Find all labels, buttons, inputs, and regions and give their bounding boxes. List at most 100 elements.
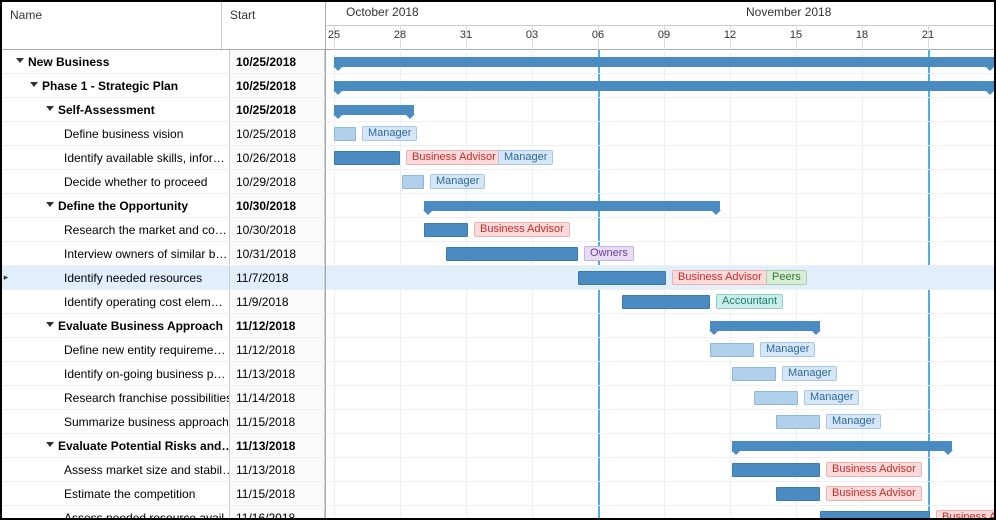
task-start-cell[interactable]: 10/25/2018 [230,50,325,73]
task-start-cell[interactable]: 11/13/2018 [230,362,325,385]
gantt-row[interactable]: Business AdvisorManager [326,146,994,170]
task-name-cell[interactable]: Summarize business approach [10,410,230,433]
gantt-row[interactable] [326,50,994,74]
gantt-row[interactable]: Business AdvisorPeers [326,266,994,290]
table-row[interactable]: Summarize business approach11/15/2018 [2,410,325,434]
summary-bar[interactable] [334,57,994,67]
task-start-cell[interactable]: 11/12/2018 [230,338,325,361]
task-name-cell[interactable]: Estimate the competition [10,482,230,505]
table-row[interactable]: Research the market and co…10/30/2018 [2,218,325,242]
task-name-cell[interactable]: Self-Assessment [10,98,230,121]
summary-bar[interactable] [334,105,414,115]
gantt-row[interactable]: Manager [326,338,994,362]
gantt-row[interactable]: Business Advisor [326,218,994,242]
expand-icon[interactable] [46,106,54,111]
task-name-cell[interactable]: Identify operating cost elem… [10,290,230,313]
table-row[interactable]: Evaluate Potential Risks and…11/13/2018 [2,434,325,458]
gantt-row[interactable] [326,194,994,218]
task-name-cell[interactable]: Assess needed resource avail… [10,506,230,518]
gantt-row[interactable] [326,434,994,458]
task-name-cell[interactable]: New Business [10,50,230,73]
task-start-cell[interactable]: 11/15/2018 [230,482,325,505]
table-row[interactable]: Define the Opportunity10/30/2018 [2,194,325,218]
task-start-cell[interactable]: 10/29/2018 [230,170,325,193]
table-row[interactable]: Identify available skills, infor…10/26/2… [2,146,325,170]
table-row[interactable]: Identify operating cost elem…11/9/2018 [2,290,325,314]
column-header-name[interactable]: Name [2,2,222,49]
summary-bar[interactable] [710,321,820,331]
table-row[interactable]: Self-Assessment10/25/2018 [2,98,325,122]
table-row[interactable]: ▸Identify needed resources11/7/2018 [2,266,325,290]
task-bar[interactable] [424,223,468,237]
task-name-cell[interactable]: Phase 1 - Strategic Plan [10,74,230,97]
task-bar[interactable] [776,415,820,429]
task-bar[interactable] [732,463,820,477]
task-start-cell[interactable]: 10/25/2018 [230,98,325,121]
task-start-cell[interactable]: 11/12/2018 [230,314,325,337]
task-name-cell[interactable]: Define the Opportunity [10,194,230,217]
summary-bar[interactable] [424,201,720,211]
table-row[interactable]: New Business10/25/2018 [2,50,325,74]
task-start-cell[interactable]: 11/14/2018 [230,386,325,409]
gantt-row[interactable] [326,314,994,338]
expand-icon[interactable] [46,202,54,207]
task-bar[interactable] [402,175,424,189]
task-bar[interactable] [710,343,754,357]
task-name-cell[interactable]: Interview owners of similar b… [10,242,230,265]
task-name-cell[interactable]: Identify needed resources [10,266,230,289]
table-row[interactable]: Identify on-going business p…11/13/2018 [2,362,325,386]
table-row[interactable]: Estimate the competition11/15/2018 [2,482,325,506]
gantt-row[interactable]: Manager [326,170,994,194]
gantt-row[interactable]: Accountant [326,290,994,314]
task-start-cell[interactable]: 10/25/2018 [230,74,325,97]
table-row[interactable]: Interview owners of similar b…10/31/2018 [2,242,325,266]
summary-bar[interactable] [334,81,994,91]
table-row[interactable]: Decide whether to proceed10/29/2018 [2,170,325,194]
column-header-start[interactable]: Start [222,2,325,49]
task-start-cell[interactable]: 10/31/2018 [230,242,325,265]
task-start-cell[interactable]: 11/9/2018 [230,290,325,313]
task-name-cell[interactable]: Define business vision [10,122,230,145]
task-start-cell[interactable]: 10/26/2018 [230,146,325,169]
table-row[interactable]: Research franchise possibilities11/14/20… [2,386,325,410]
task-name-cell[interactable]: Define new entity requireme… [10,338,230,361]
task-name-cell[interactable]: Research the market and co… [10,218,230,241]
task-bar[interactable] [334,127,356,141]
task-bar[interactable] [820,511,930,518]
task-name-cell[interactable]: Research franchise possibilities [10,386,230,409]
task-name-cell[interactable]: Identify on-going business p… [10,362,230,385]
expand-icon[interactable] [16,58,24,63]
task-start-cell[interactable]: 10/30/2018 [230,218,325,241]
summary-bar[interactable] [732,441,952,451]
task-name-cell[interactable]: Identify available skills, infor… [10,146,230,169]
task-name-cell[interactable]: Evaluate Business Approach [10,314,230,337]
gantt-row[interactable]: Business Advisor [326,458,994,482]
expand-icon[interactable] [30,82,38,87]
task-start-cell[interactable]: 11/13/2018 [230,434,325,457]
expand-icon[interactable] [46,442,54,447]
gantt-row[interactable]: Manager [326,386,994,410]
task-bar[interactable] [446,247,578,261]
table-row[interactable]: Evaluate Business Approach11/12/2018 [2,314,325,338]
task-bar[interactable] [334,151,400,165]
expand-icon[interactable] [46,322,54,327]
table-row[interactable]: Phase 1 - Strategic Plan10/25/2018 [2,74,325,98]
task-name-cell[interactable]: Evaluate Potential Risks and… [10,434,230,457]
task-start-cell[interactable]: 11/13/2018 [230,458,325,481]
gantt-row[interactable]: Manager [326,122,994,146]
task-bar[interactable] [732,367,776,381]
task-bar[interactable] [578,271,666,285]
table-row[interactable]: Define business vision10/25/2018 [2,122,325,146]
task-start-cell[interactable]: 10/25/2018 [230,122,325,145]
task-start-cell[interactable]: 10/30/2018 [230,194,325,217]
task-start-cell[interactable]: 11/7/2018 [230,266,325,289]
task-bar[interactable] [754,391,798,405]
task-bar[interactable] [622,295,710,309]
task-bar[interactable] [776,487,820,501]
gantt-row[interactable]: Manager [326,410,994,434]
gantt-row[interactable]: Business Advisor [326,482,994,506]
gantt-row[interactable]: Owners [326,242,994,266]
task-start-cell[interactable]: 11/16/2018 [230,506,325,518]
task-name-cell[interactable]: Decide whether to proceed [10,170,230,193]
table-row[interactable]: Define new entity requireme…11/12/2018 [2,338,325,362]
